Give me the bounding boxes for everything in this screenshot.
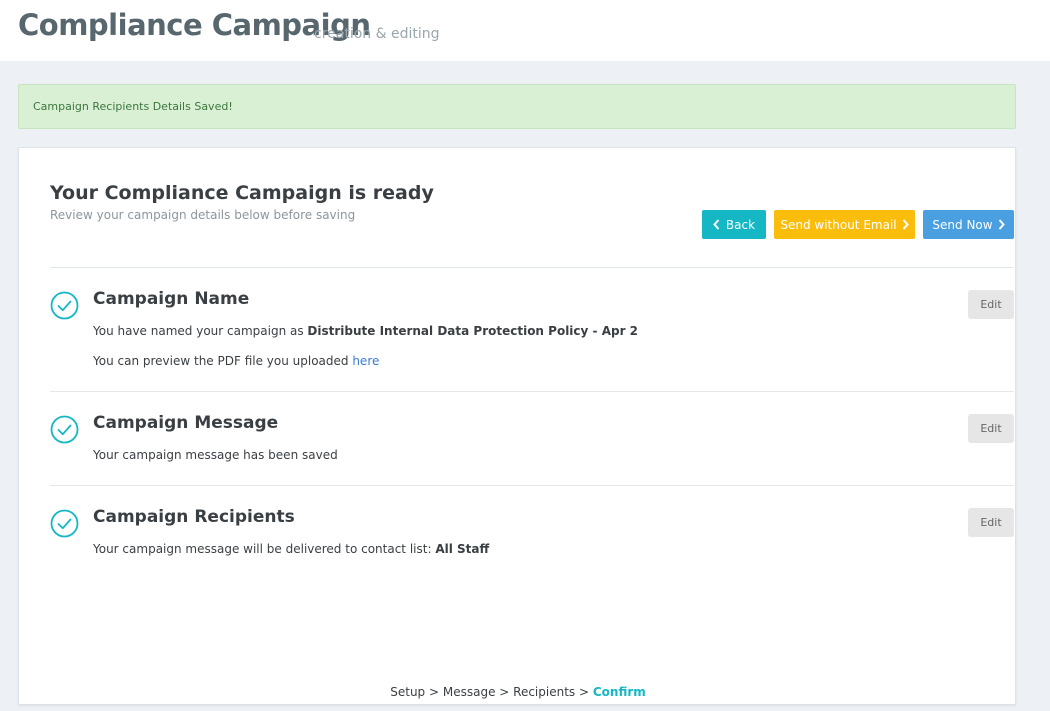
pdf-preview-text: You can preview the PDF file you uploade… xyxy=(93,354,379,368)
check-circle-icon xyxy=(50,291,79,320)
success-alert: Campaign Recipients Details Saved! xyxy=(18,84,1016,129)
page-subtitle: creation & editing xyxy=(314,26,440,42)
send-now-label: Send Now xyxy=(932,217,993,232)
chevron-right-icon xyxy=(902,219,909,230)
campaign-message-section: Campaign Message Your campaign message h… xyxy=(50,392,1014,485)
step-separator: > xyxy=(425,685,443,699)
alert-message: Campaign Recipients Details Saved! xyxy=(33,100,233,113)
campaign-name-title: Campaign Name xyxy=(93,289,250,309)
step-confirm: Confirm xyxy=(592,685,646,699)
wizard-steps: Setup > Message > Recipients > Confirm xyxy=(19,685,1017,699)
pdf-preview-link[interactable]: here xyxy=(352,354,379,368)
step-recipients: Recipients xyxy=(513,685,576,699)
check-circle-icon xyxy=(50,415,79,444)
send-without-email-label: Send without Email xyxy=(780,217,897,232)
edit-campaign-name-button[interactable]: Edit xyxy=(968,290,1014,319)
campaign-message-text: Your campaign message has been saved xyxy=(93,448,338,462)
campaign-name-section: Campaign Name You have named your campai… xyxy=(50,268,1014,391)
campaign-message-title: Campaign Message xyxy=(93,413,279,433)
campaign-recipients-text: Your campaign message will be delivered … xyxy=(93,542,489,556)
campaign-name-text: You have named your campaign as Distribu… xyxy=(93,324,638,338)
contact-list-value: All Staff xyxy=(435,542,490,556)
check-circle-icon xyxy=(50,509,79,538)
back-button[interactable]: Back xyxy=(702,210,766,239)
send-now-button[interactable]: Send Now xyxy=(923,210,1014,239)
step-setup: Setup xyxy=(390,685,426,699)
pdf-preview-prefix: You can preview the PDF file you uploade… xyxy=(93,354,353,368)
step-separator: > xyxy=(575,685,593,699)
edit-campaign-recipients-button[interactable]: Edit xyxy=(968,508,1014,537)
panel-subtitle: Review your campaign details below befor… xyxy=(50,208,356,222)
send-without-email-button[interactable]: Send without Email xyxy=(774,210,915,239)
chevron-right-icon xyxy=(998,219,1005,230)
campaign-name-prefix: You have named your campaign as xyxy=(93,324,308,338)
step-separator: > xyxy=(495,685,514,699)
campaign-summary-panel: Your Compliance Campaign is ready Review… xyxy=(18,147,1016,705)
recipients-prefix: Your campaign message will be delivered … xyxy=(93,542,436,556)
campaign-name-value: Distribute Internal Data Protection Poli… xyxy=(307,324,639,338)
panel-title: Your Compliance Campaign is ready xyxy=(50,182,434,204)
chevron-left-icon xyxy=(713,219,720,230)
campaign-recipients-section: Campaign Recipients Your campaign messag… xyxy=(50,486,1014,576)
edit-campaign-message-button[interactable]: Edit xyxy=(968,414,1014,443)
page-header: Compliance Campaign creation & editing xyxy=(0,0,1050,61)
step-message: Message xyxy=(442,685,496,699)
campaign-recipients-title: Campaign Recipients xyxy=(93,507,295,527)
back-button-label: Back xyxy=(725,217,756,232)
